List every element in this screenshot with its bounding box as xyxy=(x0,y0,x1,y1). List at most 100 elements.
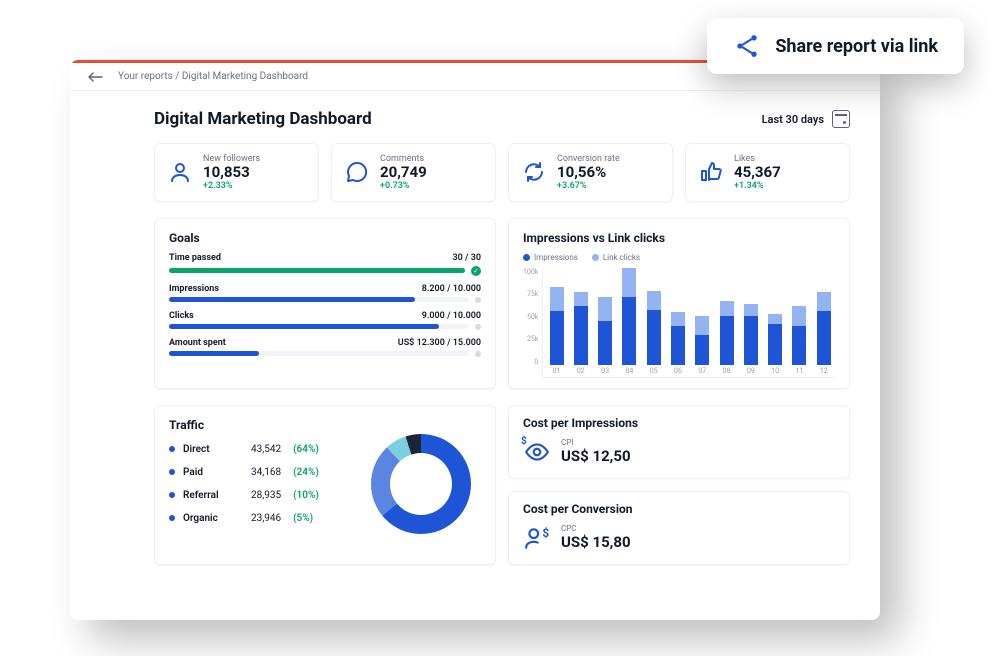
breadcrumb[interactable]: Your reports / Digital Marketing Dashboa… xyxy=(118,71,308,82)
bar-segment-link-clicks xyxy=(622,268,636,297)
status-dot-icon xyxy=(475,324,481,330)
goal-label: Amount spent xyxy=(169,338,226,348)
bullet-icon xyxy=(169,469,175,475)
breadcrumb-current[interactable]: Digital Marketing Dashboard xyxy=(182,71,308,82)
progress-fill xyxy=(169,268,465,273)
bar-column[interactable]: 02 xyxy=(572,268,590,377)
traffic-item[interactable]: Organic 23,946 (5%) xyxy=(169,513,345,524)
goals-card: Goals Time passed 30 / 30 ✓ Impressions … xyxy=(154,218,496,389)
legend-label: Link clicks xyxy=(603,253,640,262)
bar-column[interactable]: 01 xyxy=(547,268,565,377)
kpi-value: 10,853 xyxy=(203,164,260,181)
thumbs-up-icon xyxy=(698,159,724,185)
goals-list: Time passed 30 / 30 ✓ Impressions 8.200 … xyxy=(169,253,481,357)
bar-segment-impressions xyxy=(720,316,734,365)
bar-column[interactable]: 11 xyxy=(790,268,808,377)
bar-column[interactable]: 04 xyxy=(620,268,638,377)
traffic-donut-chart[interactable] xyxy=(361,418,481,550)
kpi-new-followers[interactable]: New followers 10,853 +2.33% xyxy=(154,143,319,202)
traffic-list: Traffic Direct 43,542 (64%) Paid 34,168 … xyxy=(169,418,345,550)
date-range-label: Last 30 days xyxy=(762,113,824,126)
share-label: Share report via link xyxy=(775,36,938,57)
kpi-value: 45,367 xyxy=(734,164,781,181)
goal-item: Time passed 30 / 30 ✓ xyxy=(169,253,481,276)
status-dot-icon xyxy=(475,351,481,357)
y-tick: 25k xyxy=(523,335,538,343)
cost-conversion-card[interactable]: Cost per Conversion $ CPC US$ 15,80 xyxy=(508,491,850,565)
bar-segment-link-clicks xyxy=(744,304,758,316)
y-tick: 100k xyxy=(523,268,538,276)
user-icon xyxy=(167,159,193,185)
goal-label: Clicks xyxy=(169,311,194,321)
bar-column[interactable]: 05 xyxy=(645,268,663,377)
progress-fill xyxy=(169,297,415,302)
cost-value: US$ 12,50 xyxy=(561,447,631,465)
date-range-selector[interactable]: Last 30 days xyxy=(762,110,850,128)
bar-segment-link-clicks xyxy=(598,297,612,321)
chart-title: Impressions vs Link clicks xyxy=(523,231,835,245)
dollar-icon: $ xyxy=(521,436,527,447)
back-button[interactable] xyxy=(88,72,104,82)
chart-area: 100k 75k 50k 25k 0 01 02 03 04 05 xyxy=(523,268,835,378)
calendar-icon xyxy=(832,110,850,128)
bottom-row: Traffic Direct 43,542 (64%) Paid 34,168 … xyxy=(154,405,850,565)
bar-column[interactable]: 09 xyxy=(742,268,760,377)
legend-label: Impressions xyxy=(534,253,578,262)
kpi-comments[interactable]: Comments 20,749 +0.73% xyxy=(331,143,496,202)
bar-segment-impressions xyxy=(792,326,806,365)
traffic-pct: (5%) xyxy=(293,513,313,524)
chart-plot[interactable]: 01 02 03 04 05 06 07 xyxy=(542,268,835,378)
bar-column[interactable]: 06 xyxy=(669,268,687,377)
cost-label: CPC xyxy=(561,524,631,533)
bar-segment-impressions xyxy=(574,306,588,364)
cost-label: CPI xyxy=(561,438,631,447)
bar-column[interactable]: 08 xyxy=(717,268,735,377)
kpi-delta: +1.34% xyxy=(734,181,781,191)
bar-segment-link-clicks xyxy=(550,287,564,311)
traffic-item[interactable]: Direct 43,542 (64%) xyxy=(169,444,345,455)
kpi-conversion-rate[interactable]: Conversion rate 10,56% +3.67% xyxy=(508,143,673,202)
traffic-value: 43,542 xyxy=(251,444,281,455)
check-icon: ✓ xyxy=(471,266,481,276)
goals-title: Goals xyxy=(169,231,481,245)
bullet-icon xyxy=(169,492,175,498)
x-tick: 03 xyxy=(601,367,609,377)
traffic-title: Traffic xyxy=(169,418,345,432)
kpi-likes[interactable]: Likes 45,367 +1.34% xyxy=(685,143,850,202)
goal-item: Amount spent US$ 12.300 / 15.000 xyxy=(169,338,481,357)
bullet-icon xyxy=(169,446,175,452)
bar-column[interactable]: 07 xyxy=(693,268,711,377)
traffic-label: Organic xyxy=(183,513,243,524)
share-report-button[interactable]: Share report via link xyxy=(707,18,964,74)
y-tick: 75k xyxy=(523,290,538,298)
bar-segment-link-clicks xyxy=(574,292,588,307)
donut-icon xyxy=(371,434,471,534)
legend-impressions: Impressions xyxy=(523,253,578,262)
kpi-row: New followers 10,853 +2.33% Comments 20,… xyxy=(154,143,850,202)
bar-column[interactable]: 03 xyxy=(596,268,614,377)
x-tick: 07 xyxy=(698,367,706,377)
bar-column[interactable]: 10 xyxy=(766,268,784,377)
traffic-pct: (64%) xyxy=(293,444,319,455)
mid-row: Goals Time passed 30 / 30 ✓ Impressions … xyxy=(154,218,850,389)
traffic-value: 23,946 xyxy=(251,513,281,524)
x-tick: 09 xyxy=(747,367,755,377)
y-tick: 50k xyxy=(523,313,538,321)
y-tick: 0 xyxy=(523,358,538,366)
app-window: Your reports / Digital Marketing Dashboa… xyxy=(70,60,880,620)
cost-impressions-card[interactable]: Cost per Impressions $ CPI US$ 12,50 xyxy=(508,405,850,479)
kpi-delta: +0.73% xyxy=(380,181,427,191)
chart-legend: Impressions Link clicks xyxy=(523,253,835,262)
bar-segment-impressions xyxy=(550,311,564,364)
y-axis: 100k 75k 50k 25k 0 xyxy=(523,268,538,378)
traffic-item[interactable]: Paid 34,168 (24%) xyxy=(169,467,345,478)
traffic-label: Direct xyxy=(183,444,243,455)
x-tick: 10 xyxy=(771,367,779,377)
traffic-item[interactable]: Referral 28,935 (10%) xyxy=(169,490,345,501)
legend-link-clicks: Link clicks xyxy=(592,253,640,262)
bar-column[interactable]: 12 xyxy=(815,268,833,377)
x-tick: 11 xyxy=(796,367,804,377)
bar-segment-impressions xyxy=(744,316,758,365)
traffic-value: 28,935 xyxy=(251,490,281,501)
breadcrumb-root[interactable]: Your reports xyxy=(118,71,173,82)
